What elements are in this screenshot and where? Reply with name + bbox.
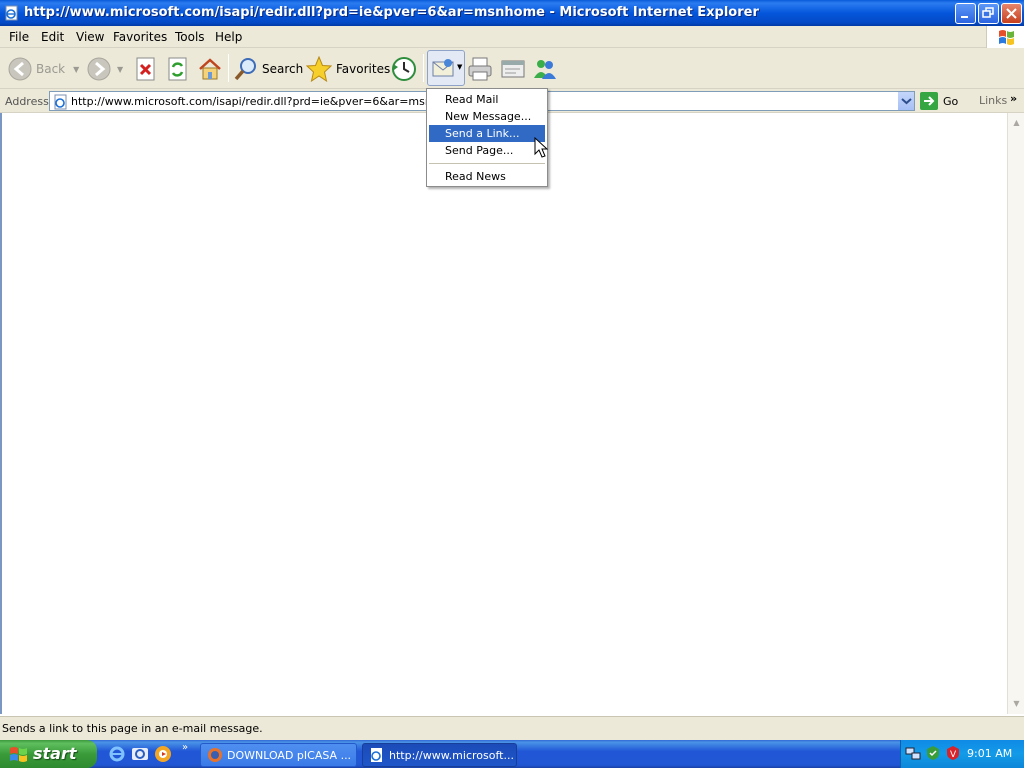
taskbar-task-ie[interactable]: http://www.microsoft... xyxy=(362,743,517,767)
links-label[interactable]: Links xyxy=(979,94,1007,107)
mail-button[interactable]: ▼ xyxy=(427,50,465,86)
stop-icon xyxy=(136,57,155,81)
ie-quicklaunch-icon[interactable] xyxy=(108,745,126,763)
menu-bar: File Edit View Favorites Tools Help xyxy=(0,26,1024,48)
firefox-icon xyxy=(208,748,222,762)
menu-item-read-news[interactable]: Read News xyxy=(429,168,545,185)
messenger-icon xyxy=(534,60,556,79)
menu-help[interactable]: Help xyxy=(215,30,242,44)
security-shield-icon[interactable] xyxy=(925,745,941,761)
menu-item-new-message[interactable]: New Message... xyxy=(429,108,545,125)
mail-dropdown-icon: ▼ xyxy=(457,63,463,71)
go-label: Go xyxy=(943,94,959,108)
media-player-icon[interactable] xyxy=(154,745,172,763)
status-text: Sends a link to this page in an e-mail m… xyxy=(2,722,263,735)
system-tray: V 9:01 AM xyxy=(900,740,1024,768)
restore-icon xyxy=(982,7,994,18)
ie-page-icon xyxy=(371,748,382,762)
refresh-button[interactable] xyxy=(167,54,189,84)
quicklaunch-chevron-icon[interactable]: » xyxy=(182,742,188,753)
window-title: http://www.microsoft.com/isapi/redir.dll… xyxy=(24,5,759,20)
menu-tools[interactable]: Tools xyxy=(175,30,205,44)
windows-flag-icon xyxy=(10,747,27,762)
search-icon xyxy=(234,58,256,81)
outlook-express-icon[interactable] xyxy=(131,745,149,763)
task-label: http://www.microsoft... xyxy=(389,748,514,762)
scroll-up-icon[interactable]: ▲ xyxy=(1009,115,1024,131)
title-bar[interactable]: http://www.microsoft.com/isapi/redir.dll… xyxy=(0,0,1024,26)
home-button[interactable] xyxy=(198,54,222,84)
menu-item-send-page[interactable]: Send Page... xyxy=(429,142,545,159)
menu-separator xyxy=(429,163,545,164)
print-button[interactable] xyxy=(467,54,493,84)
address-url: http://www.microsoft.com/isapi/redir.dll… xyxy=(71,95,464,108)
vertical-scrollbar[interactable]: ▲ ▼ xyxy=(1007,113,1024,714)
restore-button[interactable] xyxy=(978,3,999,24)
browser-content-area[interactable] xyxy=(0,113,1007,714)
edit-icon xyxy=(501,60,525,78)
back-button[interactable]: Back ▼ xyxy=(8,54,79,84)
edit-button[interactable] xyxy=(500,54,526,84)
mouse-cursor-icon xyxy=(534,137,548,158)
chevron-down-icon xyxy=(901,98,912,105)
favorites-star-icon xyxy=(306,56,332,82)
home-icon xyxy=(199,58,221,80)
status-bar: Sends a link to this page in an e-mail m… xyxy=(0,716,1024,740)
taskbar: start » DOWNLOAD pICASA ... http://www.m… xyxy=(0,740,1024,768)
messenger-button[interactable] xyxy=(532,54,558,84)
close-button[interactable] xyxy=(1001,3,1022,24)
menu-favorites[interactable]: Favorites xyxy=(113,30,167,44)
menu-edit[interactable]: Edit xyxy=(41,30,64,44)
search-button[interactable]: Search xyxy=(234,54,303,84)
forward-arrow-icon xyxy=(87,57,111,81)
menu-item-read-mail[interactable]: Read Mail xyxy=(429,91,545,108)
forward-button[interactable]: ▼ xyxy=(87,54,123,84)
history-icon xyxy=(392,57,416,81)
back-arrow-icon xyxy=(8,57,32,81)
minimize-icon xyxy=(961,16,968,18)
links-chevron-icon[interactable]: » xyxy=(1010,92,1017,105)
windows-logo-icon xyxy=(986,26,1024,48)
antivirus-shield-icon[interactable]: V xyxy=(945,745,961,761)
taskbar-task-picasa[interactable]: DOWNLOAD pICASA ... xyxy=(200,743,357,767)
menu-file[interactable]: File xyxy=(9,30,29,44)
favorites-label: Favorites xyxy=(336,62,391,76)
standard-toolbar: Back ▼ ▼ Search Favorites xyxy=(0,48,1024,89)
mail-icon xyxy=(432,59,454,77)
print-icon xyxy=(468,57,492,81)
minimize-button[interactable] xyxy=(955,3,976,24)
start-label: start xyxy=(33,744,77,763)
favorites-button[interactable]: Favorites xyxy=(306,54,390,84)
history-button[interactable] xyxy=(391,54,417,84)
search-label: Search xyxy=(262,62,304,76)
clock: 9:01 AM xyxy=(967,747,1013,760)
close-icon xyxy=(1006,8,1017,19)
back-dropdown-icon[interactable]: ▼ xyxy=(73,65,79,74)
go-arrow-icon xyxy=(920,92,938,110)
address-dropdown-button[interactable] xyxy=(897,92,914,110)
start-button[interactable]: start xyxy=(0,740,97,768)
svg-text:V: V xyxy=(950,750,957,760)
network-icon[interactable] xyxy=(905,745,921,761)
mail-dropdown-menu: Read Mail New Message... Send a Link... … xyxy=(426,88,548,187)
task-label: DOWNLOAD pICASA ... xyxy=(227,748,352,762)
menu-item-send-a-link[interactable]: Send a Link... xyxy=(429,125,545,142)
go-button[interactable]: Go xyxy=(920,92,958,110)
back-label: Back xyxy=(36,62,66,76)
forward-dropdown-icon[interactable]: ▼ xyxy=(117,65,123,74)
menu-view[interactable]: View xyxy=(76,30,104,44)
address-label: Address xyxy=(5,95,49,108)
stop-button[interactable] xyxy=(135,54,157,84)
refresh-icon xyxy=(168,57,187,81)
scroll-down-icon[interactable]: ▼ xyxy=(1009,696,1024,712)
page-icon xyxy=(54,94,67,110)
ie-page-icon xyxy=(5,5,18,21)
